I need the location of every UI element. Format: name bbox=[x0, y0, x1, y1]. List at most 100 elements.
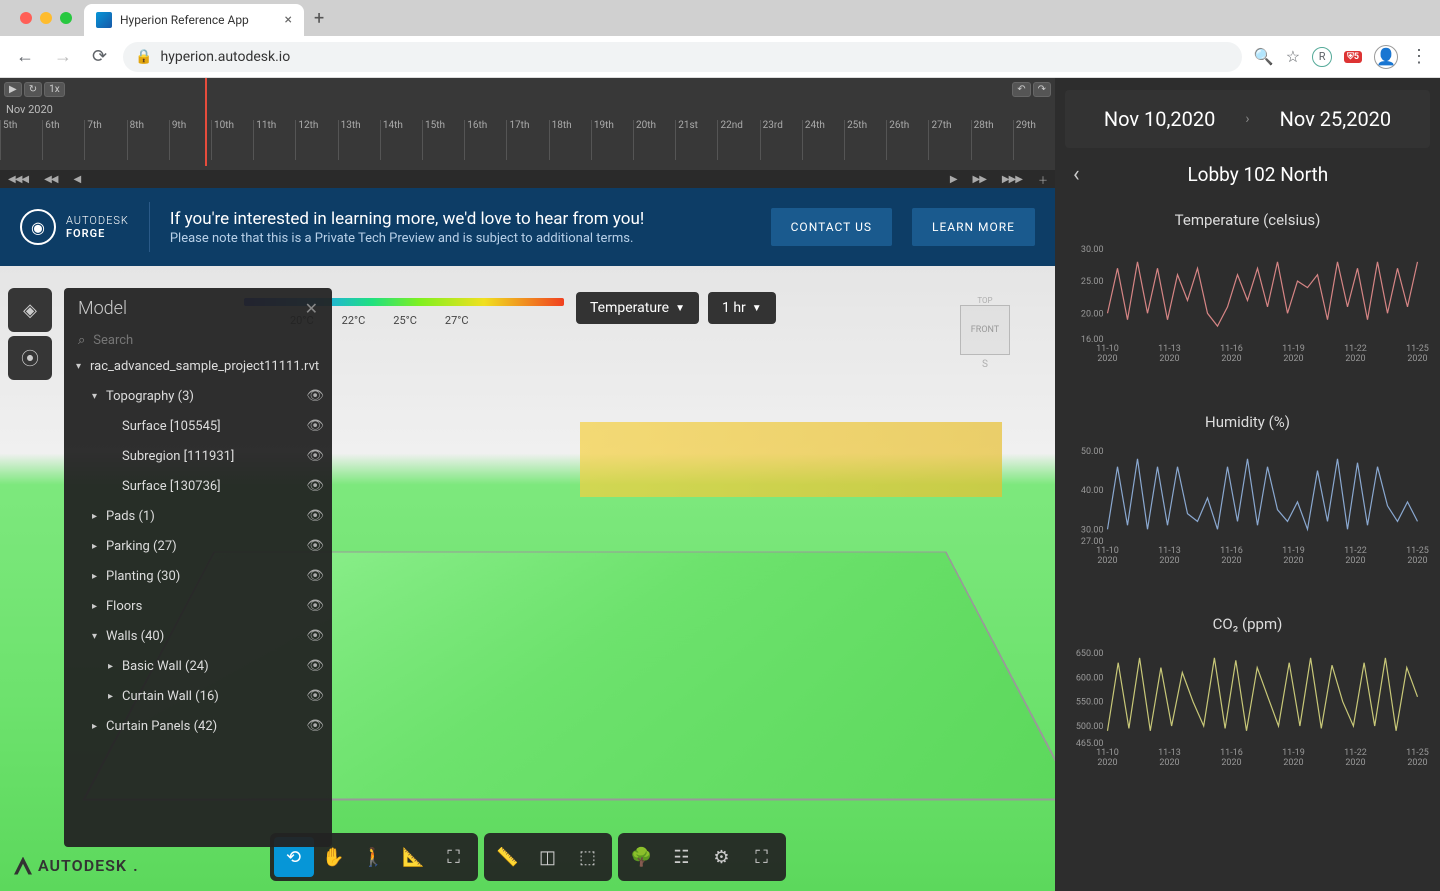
new-tab-button[interactable]: + bbox=[304, 8, 334, 29]
play-button[interactable]: ▶ bbox=[4, 82, 22, 97]
forward-button[interactable]: ▶▶ bbox=[973, 174, 986, 185]
tree-item[interactable]: ▸Curtain Wall (16)👁 bbox=[64, 681, 332, 711]
timeline-tick[interactable]: 10th bbox=[211, 120, 253, 160]
timeline-tick[interactable]: 23rd bbox=[760, 120, 802, 160]
model-browser-tool[interactable]: 🌳 bbox=[622, 837, 662, 877]
timeline-tick[interactable]: 6th bbox=[42, 120, 84, 160]
timeline-tick[interactable]: 18th bbox=[549, 120, 591, 160]
zoom-in-button[interactable]: ＋ bbox=[1038, 172, 1047, 187]
tree-item[interactable]: ▸Pads (1)👁 bbox=[64, 501, 332, 531]
timeline-tick[interactable]: 15th bbox=[422, 120, 464, 160]
tree-item[interactable]: ▾Topography (3)👁 bbox=[64, 381, 332, 411]
timeline-tick[interactable]: 12th bbox=[295, 120, 337, 160]
forward-button[interactable]: → bbox=[50, 42, 76, 71]
properties-tool[interactable]: ☷ bbox=[662, 837, 702, 877]
tree-item[interactable]: ▸Curtain Panels (42)👁 bbox=[64, 711, 332, 741]
timeline-tick[interactable]: 21st bbox=[675, 120, 717, 160]
visibility-icon[interactable]: 👁 bbox=[306, 628, 324, 644]
timeline-tick[interactable]: 7th bbox=[84, 120, 126, 160]
layers-button[interactable]: ◈ bbox=[8, 288, 52, 332]
fit-tool[interactable]: ⛶ bbox=[434, 837, 474, 877]
close-panel-icon[interactable]: ✕ bbox=[305, 299, 318, 318]
viewcube[interactable]: TOP FRONT S bbox=[945, 296, 1025, 376]
settings-tool[interactable]: ⚙ bbox=[702, 837, 742, 877]
timeline-tick[interactable]: 17th bbox=[506, 120, 548, 160]
section-tool[interactable]: ◫ bbox=[528, 837, 568, 877]
loop-button[interactable]: ↻ bbox=[24, 82, 42, 97]
timeline-tick[interactable]: 13th bbox=[338, 120, 380, 160]
speed-button[interactable]: 1x bbox=[44, 82, 65, 97]
visibility-icon[interactable]: 👁 bbox=[306, 598, 324, 614]
timeline-tick[interactable]: 22nd bbox=[717, 120, 759, 160]
timeline-tick[interactable]: 5th bbox=[0, 120, 42, 160]
timeline-tick[interactable]: 14th bbox=[380, 120, 422, 160]
rewind-full-button[interactable]: ◀◀◀ bbox=[8, 174, 28, 185]
fullscreen-tool[interactable]: ⛶ bbox=[742, 837, 782, 877]
fast-forward-button[interactable]: ▶▶▶ bbox=[1002, 174, 1022, 185]
timeline-tick[interactable]: 8th bbox=[127, 120, 169, 160]
browser-tab[interactable]: Hyperion Reference App × bbox=[84, 4, 304, 36]
tree-item[interactable]: ▸Parking (27)👁 bbox=[64, 531, 332, 561]
interval-dropdown[interactable]: 1 hr ▼ bbox=[708, 292, 776, 324]
visibility-icon[interactable]: 👁 bbox=[306, 568, 324, 584]
timeline-tick[interactable]: 11th bbox=[253, 120, 295, 160]
timeline-tick[interactable]: 19th bbox=[591, 120, 633, 160]
extension-icon[interactable]: R bbox=[1312, 47, 1332, 67]
zoom-icon[interactable]: 🔍 bbox=[1254, 47, 1274, 66]
visibility-icon[interactable]: 👁 bbox=[306, 478, 324, 494]
timeline-tick[interactable]: 20th bbox=[633, 120, 675, 160]
visibility-icon[interactable]: 👁 bbox=[306, 688, 324, 704]
bookmark-icon[interactable]: ☆ bbox=[1286, 47, 1300, 66]
profile-icon[interactable]: 👤 bbox=[1374, 45, 1398, 69]
visibility-icon[interactable]: 👁 bbox=[306, 538, 324, 554]
maximize-window-icon[interactable] bbox=[60, 12, 72, 24]
timeline-tick[interactable]: 29th bbox=[1013, 120, 1055, 160]
walk-tool[interactable]: 🚶 bbox=[354, 837, 394, 877]
close-tab-icon[interactable]: × bbox=[285, 12, 292, 28]
model-search-input[interactable] bbox=[93, 333, 318, 348]
adblock-icon[interactable]: ⛨5 bbox=[1344, 51, 1362, 63]
timeline-tick[interactable]: 24th bbox=[802, 120, 844, 160]
visibility-icon[interactable]: 👁 bbox=[306, 658, 324, 674]
step-forward-button[interactable]: ▶ bbox=[950, 174, 957, 185]
tree-item[interactable]: ▾rac_advanced_sample_project11111.rvt bbox=[64, 352, 332, 381]
reload-button[interactable]: ⟳ bbox=[88, 42, 111, 71]
contact-us-button[interactable]: CONTACT US bbox=[771, 208, 892, 246]
tree-item[interactable]: Surface [130736]👁 bbox=[64, 471, 332, 501]
timeline-tick[interactable]: 27th bbox=[928, 120, 970, 160]
browser-menu-icon[interactable]: ⋮ bbox=[1410, 46, 1428, 67]
timeline-tick[interactable]: 28th bbox=[971, 120, 1013, 160]
undo-button[interactable]: ↶ bbox=[1012, 82, 1030, 97]
visibility-icon[interactable]: 👁 bbox=[306, 448, 324, 464]
camera-tool[interactable]: 📐 bbox=[394, 837, 434, 877]
learn-more-button[interactable]: LEARN MORE bbox=[912, 208, 1035, 246]
3d-viewport[interactable]: ◈ ⦿ Model ✕ ⌕ ▾rac_advanced_sample_proje… bbox=[0, 266, 1055, 891]
explode-tool[interactable]: ⬚ bbox=[568, 837, 608, 877]
step-back-button[interactable]: ◀ bbox=[73, 174, 80, 185]
timeline-tick[interactable]: 25th bbox=[844, 120, 886, 160]
visibility-icon[interactable]: 👁 bbox=[306, 508, 324, 524]
viewcube-face[interactable]: FRONT bbox=[960, 305, 1010, 355]
visibility-icon[interactable]: 👁 bbox=[306, 418, 324, 434]
sensors-button[interactable]: ⦿ bbox=[8, 336, 52, 380]
back-button[interactable]: ← bbox=[12, 42, 38, 71]
close-window-icon[interactable] bbox=[20, 12, 32, 24]
timeline-tick[interactable]: 16th bbox=[464, 120, 506, 160]
back-button[interactable]: ‹ bbox=[1073, 162, 1080, 187]
visibility-icon[interactable]: 👁 bbox=[306, 718, 324, 734]
timeline-ruler[interactable]: 5th6th7th8th9th10th11th12th13th14th15th1… bbox=[0, 118, 1055, 170]
tree-item[interactable]: ▸Floors👁 bbox=[64, 591, 332, 621]
url-field[interactable]: 🔒 hyperion.autodesk.io bbox=[123, 42, 1242, 72]
redo-button[interactable]: ↷ bbox=[1033, 82, 1051, 97]
tree-item[interactable]: Subregion [111931]👁 bbox=[64, 441, 332, 471]
tree-item[interactable]: ▾Walls (40)👁 bbox=[64, 621, 332, 651]
timeline-tick[interactable]: 26th bbox=[886, 120, 928, 160]
tree-item[interactable]: ▸Basic Wall (24)👁 bbox=[64, 651, 332, 681]
minimize-window-icon[interactable] bbox=[40, 12, 52, 24]
measure-tool[interactable]: 📏 bbox=[488, 837, 528, 877]
tree-item[interactable]: ▸Planting (30)👁 bbox=[64, 561, 332, 591]
date-range[interactable]: Nov 10,2020 › Nov 25,2020 bbox=[1065, 90, 1430, 148]
tree-item[interactable]: Surface [105545]👁 bbox=[64, 411, 332, 441]
playhead[interactable] bbox=[205, 78, 207, 166]
visibility-icon[interactable]: 👁 bbox=[306, 388, 324, 404]
